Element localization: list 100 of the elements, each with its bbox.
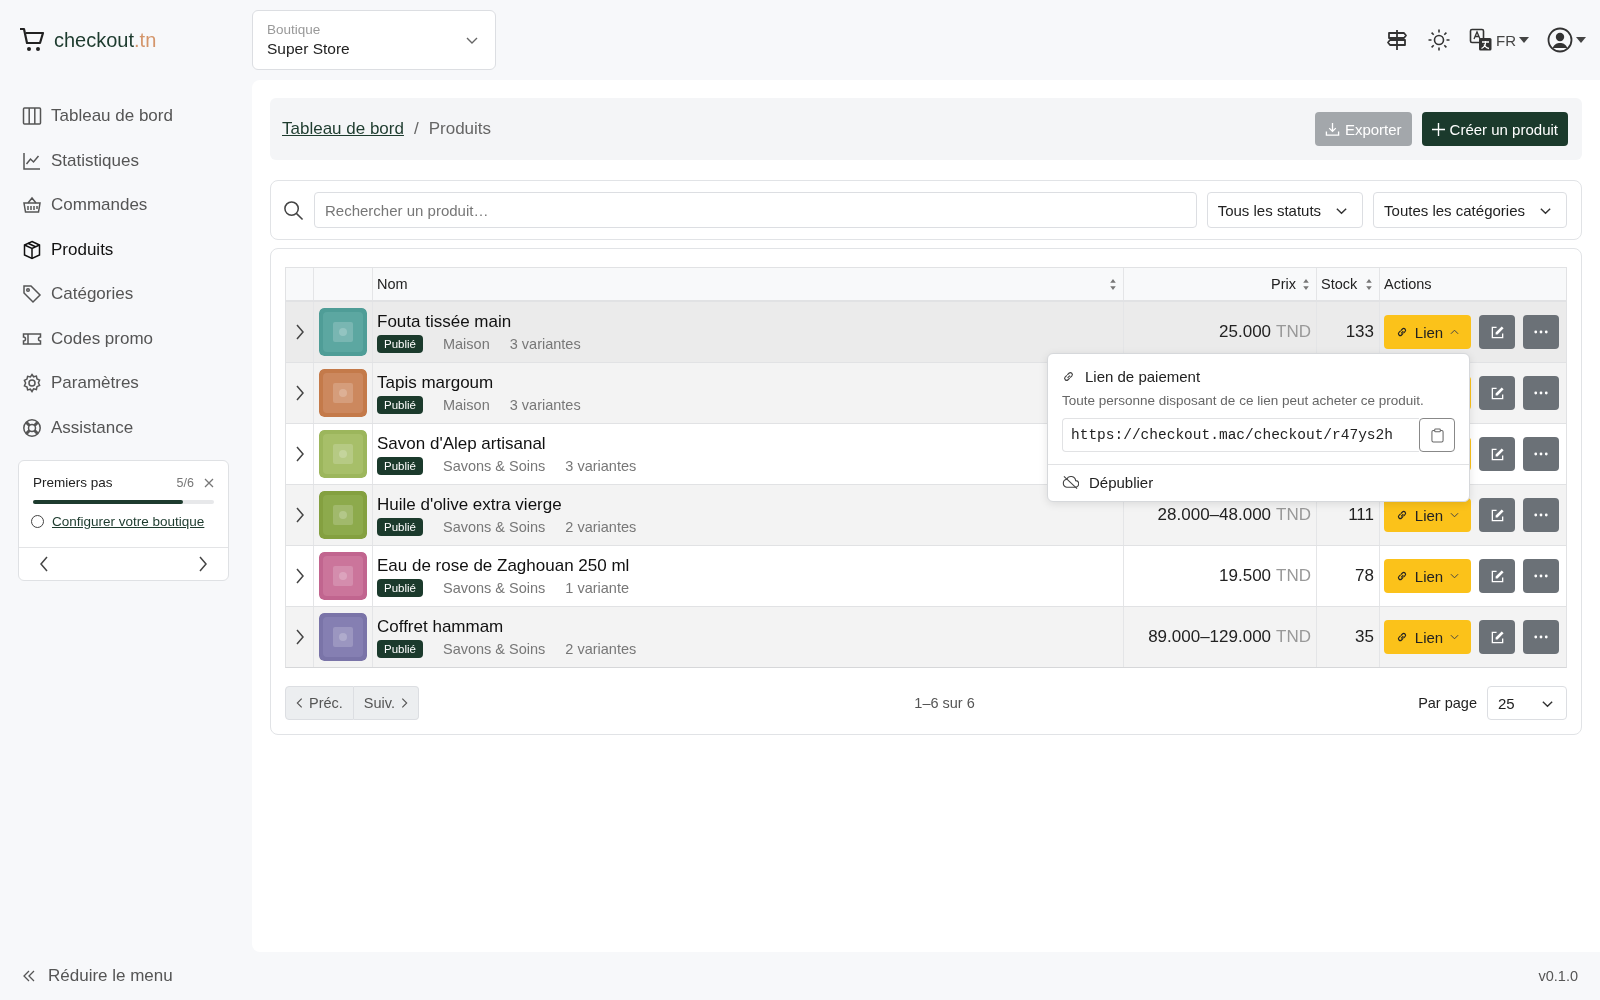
unpublish-item[interactable]: Dépublier bbox=[1048, 464, 1469, 501]
more-button[interactable] bbox=[1523, 376, 1559, 410]
user-avatar-icon[interactable] bbox=[1547, 27, 1573, 53]
clipboard-icon bbox=[1430, 427, 1444, 443]
link-icon bbox=[1062, 370, 1075, 383]
more-button[interactable] bbox=[1523, 620, 1559, 654]
line-chart-icon bbox=[22, 150, 42, 171]
edit-button[interactable] bbox=[1479, 437, 1515, 471]
column-header[interactable]: Stock bbox=[1317, 268, 1380, 300]
sidebar-item[interactable]: Tableau de bord bbox=[18, 94, 232, 139]
settings-icon bbox=[22, 373, 42, 394]
sidebar-item[interactable]: Catégories bbox=[18, 272, 232, 317]
edit-button[interactable] bbox=[1479, 498, 1515, 532]
link-button[interactable]: Lien bbox=[1384, 559, 1471, 593]
previous-icon[interactable] bbox=[39, 556, 49, 572]
more-button[interactable] bbox=[1523, 315, 1559, 349]
expand-icon[interactable] bbox=[294, 385, 305, 401]
ellipsis-icon bbox=[1534, 330, 1548, 334]
store-select[interactable]: Boutique Super Store bbox=[252, 10, 496, 70]
cart-icon bbox=[18, 26, 46, 54]
sidebar-item[interactable]: Paramètres bbox=[18, 361, 232, 406]
expand-icon[interactable] bbox=[294, 507, 305, 523]
sort-icon[interactable] bbox=[1302, 277, 1310, 291]
variants-text: 2 variantes bbox=[565, 518, 637, 535]
chevron-up-icon bbox=[1450, 329, 1460, 335]
edit-icon bbox=[1489, 629, 1505, 645]
stock-text: 133 bbox=[1345, 322, 1374, 342]
currency-text: TND bbox=[1276, 322, 1311, 342]
ellipsis-icon bbox=[1534, 391, 1548, 395]
previous-button[interactable]: Préc. bbox=[285, 686, 354, 720]
chevron-down-icon bbox=[1450, 512, 1460, 518]
theme-icon[interactable] bbox=[1427, 28, 1451, 52]
expand-icon[interactable] bbox=[294, 324, 305, 340]
link-button[interactable]: Lien bbox=[1384, 315, 1471, 349]
stock-text: 78 bbox=[1355, 566, 1374, 586]
column-header[interactable]: Prix bbox=[1124, 268, 1317, 300]
sort-icon[interactable] bbox=[1365, 277, 1373, 291]
price-text: 19.500 bbox=[1219, 566, 1272, 586]
product-name: Tapis margoum bbox=[377, 372, 494, 393]
category-text: Savons & Soins bbox=[442, 579, 546, 596]
brand-logo[interactable]: checkout.tn bbox=[54, 28, 157, 52]
plus-icon bbox=[1431, 122, 1445, 136]
expand-icon[interactable] bbox=[294, 629, 305, 645]
signpost-icon[interactable] bbox=[1385, 28, 1409, 52]
sort-icon[interactable] bbox=[1109, 277, 1117, 291]
column-header[interactable]: Nom bbox=[373, 268, 1124, 300]
category-text: Savons & Soins bbox=[442, 518, 546, 535]
stock-text: 111 bbox=[1348, 505, 1374, 525]
next-button[interactable]: Suiv. bbox=[353, 686, 419, 720]
price-text: 89.000–129.000 bbox=[1148, 627, 1272, 647]
double-chevron-icon bbox=[22, 969, 36, 983]
status-dropdown[interactable]: Tous les statuts bbox=[1206, 192, 1364, 228]
search-field[interactable]: Rechercher un produit… bbox=[314, 192, 1197, 228]
url-field[interactable]: https://checkout.mac/checkout/r47ys2h bbox=[1062, 418, 1419, 452]
version-text: v0.1.0 bbox=[1538, 968, 1578, 984]
category-text: Maison bbox=[442, 396, 490, 413]
ellipsis-icon bbox=[1534, 513, 1548, 517]
edit-icon bbox=[1489, 446, 1505, 462]
edit-button[interactable] bbox=[1479, 376, 1515, 410]
status-badge: Publié bbox=[377, 456, 423, 475]
sidebar-item[interactable]: Commandes bbox=[18, 183, 232, 228]
columns-icon bbox=[22, 106, 42, 127]
product-name: Savon d'Alep artisanal bbox=[377, 433, 546, 454]
lifebuoy-icon bbox=[22, 417, 42, 438]
task-link[interactable]: Configurer votre boutique bbox=[52, 514, 205, 529]
edit-icon bbox=[1489, 507, 1505, 523]
sidebar-item[interactable]: Codes promo bbox=[18, 316, 232, 361]
more-button[interactable] bbox=[1523, 437, 1559, 471]
link-icon bbox=[1395, 631, 1408, 643]
status-badge: Publié bbox=[377, 517, 423, 536]
edit-button[interactable] bbox=[1479, 620, 1515, 654]
ellipsis-icon bbox=[1534, 574, 1548, 578]
caret-icon bbox=[1519, 37, 1529, 43]
category-dropdown[interactable]: Toutes les catégories bbox=[1373, 192, 1567, 228]
status-badge: Publié bbox=[377, 578, 423, 597]
collapse-menu-button[interactable]: Réduire le menu bbox=[22, 966, 173, 986]
create-button[interactable]: Créer un produit bbox=[1421, 112, 1568, 146]
close-icon[interactable] bbox=[204, 477, 214, 488]
sidebar-item[interactable]: Produits bbox=[18, 227, 232, 272]
more-button[interactable] bbox=[1523, 498, 1559, 532]
chevron-right-icon bbox=[401, 697, 408, 709]
product-name: Fouta tissée main bbox=[377, 311, 512, 332]
edit-button[interactable] bbox=[1479, 559, 1515, 593]
sidebar-item[interactable]: Statistiques bbox=[18, 138, 232, 183]
stock-text: 35 bbox=[1355, 627, 1374, 647]
link-button[interactable]: Lien bbox=[1384, 620, 1471, 654]
expand-icon[interactable] bbox=[294, 446, 305, 462]
edit-icon bbox=[1489, 385, 1505, 401]
language-menu[interactable]: FR bbox=[1469, 28, 1529, 52]
breadcrumb-item[interactable]: Tableau de bord bbox=[282, 119, 404, 139]
next-icon[interactable] bbox=[198, 556, 208, 572]
per-page-select[interactable]: 25 bbox=[1487, 686, 1567, 720]
caret-icon[interactable] bbox=[1576, 37, 1586, 43]
copy-button[interactable] bbox=[1419, 418, 1455, 452]
edit-button[interactable] bbox=[1479, 315, 1515, 349]
page-summary: 1–6 sur 6 bbox=[914, 695, 975, 711]
sidebar-item[interactable]: Assistance bbox=[18, 405, 232, 450]
more-button[interactable] bbox=[1523, 559, 1559, 593]
expand-icon[interactable] bbox=[294, 568, 305, 584]
translate-icon bbox=[1469, 28, 1493, 52]
